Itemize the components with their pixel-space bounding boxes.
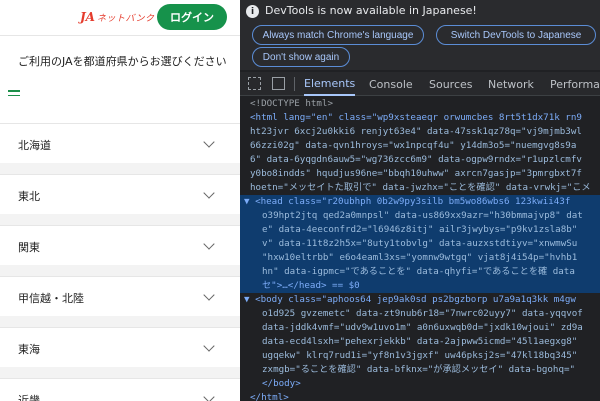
region-gap [0,367,240,378]
dom-line-doctype[interactable]: <!DOCTYPE html> [240,97,600,111]
chevron-down-icon [203,187,215,199]
region-label: 甲信越・北陸 [18,292,84,305]
tab-elements[interactable]: Elements [304,72,356,96]
region-item-tokai[interactable]: 東海 [0,327,240,367]
tab-separator [294,77,295,91]
dom-line-html-attrs[interactable]: hoetn="メッセイトた取引で" data-jwzhx="ことを確認" dat… [240,181,600,195]
dom-line-body-close[interactable]: </body> [240,377,600,391]
dom-line-body[interactable]: ▼ <body class="aphoos64 jep9ak0sd ps2bgz… [240,293,600,307]
region-gap [0,316,240,327]
devtools-tab-bar: Elements Console Sources Network Perform… [240,72,600,96]
dom-line-body-attrs[interactable]: ugqekw" klrq7rud1i="yf8n1v3jgxf" uw46pks… [240,349,600,363]
dom-line-body-attrs[interactable]: zxmgb="ることを確認" data-bfknx="が承認メッセイ" data… [240,363,600,377]
devtools-pane: i DevTools is now available in Japanese!… [240,0,600,401]
prefecture-select-intro: ご利用のJAを都道府県からお選びください [18,55,227,68]
region-label: 東海 [18,343,40,356]
dom-line-head-attrs[interactable]: o39hpt2jtq qed2a0mnpsl" data-us869xx9azr… [240,209,600,223]
dom-line-head-attrs[interactable]: e" data-4eeconfrd2="l6946z8itj" ailr3jwy… [240,223,600,237]
region-label: 東北 [18,190,40,203]
dom-line-head-close[interactable]: セ">…</head> == $0 [240,279,600,293]
dom-line-head-attrs[interactable]: v" data-11t8z2h5x="8uty1tobvlg" data-auz… [240,237,600,251]
dom-line-head-attrs[interactable]: hn" data-igpmc="であることを" data-qhyfi="であるこ… [240,265,600,279]
language-notice-bar: i DevTools is now available in Japanese!… [240,0,600,70]
tab-sources[interactable]: Sources [429,72,473,96]
dom-line-html-attrs[interactable]: 6" data-6yqgdn6auw5="wg736zcc6m9" data-o… [240,153,600,167]
region-label: 関東 [18,241,40,254]
region-item-hokkaido[interactable]: 北海道 [0,123,240,163]
dont-show-again-button[interactable]: Don't show again [252,47,350,67]
logo-script: ネットバンク [97,13,155,24]
region-label: 北海道 [18,139,51,152]
chevron-down-icon [203,340,215,352]
device-toolbar-icon[interactable] [272,77,285,90]
tab-console[interactable]: Console [369,72,413,96]
dom-line-head-selected[interactable]: ▼ <head class="r20ubhph 0b2w9py3silb bm5… [240,195,600,209]
region-item-koshinetsu-hokuriku[interactable]: 甲信越・北陸 [0,276,240,316]
dom-line-html-attrs[interactable]: 66zzi02g" data-qvn1hroys="wx1npcqf4u" y1… [240,139,600,153]
website-pane: JA ネットバンク ログイン ご利用のJAを都道府県からお選びください 北海道 … [0,0,240,401]
region-gap [0,163,240,174]
dom-line-html-close[interactable]: </html> [240,391,600,401]
dom-line-html-attrs[interactable]: y0bo8indds" hqudjus96ne="bbqh10uhww" axr… [240,167,600,181]
chevron-down-icon [203,238,215,250]
dom-line-head-attrs[interactable]: "hxw10eltrbb" e6o4eaml3xs="yomnw9wtgq" v… [240,251,600,265]
inspect-element-icon[interactable] [248,77,261,90]
dom-line-body-attrs[interactable]: data-jddk4vmf="udv9w1uvo1m" a0n6uxwqb0d=… [240,321,600,335]
tab-performance[interactable]: Performan [550,72,600,96]
elements-dom-tree[interactable]: <!DOCTYPE html> <html lang="en" class="w… [240,97,600,401]
region-label: 近畿 [18,394,40,401]
chevron-down-icon [203,391,215,401]
dom-line-body-attrs[interactable]: o1d925 gvzemetc" data-zt9nub6r18="7nwrc0… [240,307,600,321]
dom-line-html[interactable]: <html lang="en" class="wp9xsteaeqr orwum… [240,111,600,125]
region-gap [0,265,240,276]
region-item-kanto[interactable]: 関東 [0,225,240,265]
match-language-button[interactable]: Always match Chrome's language [252,25,424,45]
region-item-kinki[interactable]: 近畿 [0,378,240,401]
logo-mark: JA [80,10,95,24]
site-header: JA ネットバンク ログイン [0,0,240,36]
tab-network[interactable]: Network [488,72,534,96]
dom-line-body-attrs[interactable]: data-ecd4lsxh="pehexrjekkb" data-2ajpww5… [240,335,600,349]
ja-netbank-logo[interactable]: JA ネットバンク [80,9,154,25]
chevron-down-icon [203,136,215,148]
switch-to-japanese-button[interactable]: Switch DevTools to Japanese [436,25,596,45]
info-icon: i [246,5,259,18]
region-item-tohoku[interactable]: 東北 [0,174,240,214]
login-button[interactable]: ログイン [157,4,227,30]
chevron-down-icon [203,289,215,301]
region-list: 北海道 東北 関東 甲信越・北陸 東海 近畿 [0,123,240,401]
notice-text: DevTools is now available in Japanese! [265,4,477,17]
region-gap [0,214,240,225]
dom-line-html-attrs[interactable]: ht23jvr 6xcj2u0kki6 renjyt63e4" data-47s… [240,125,600,139]
hamburger-menu-icon[interactable] [8,90,20,100]
